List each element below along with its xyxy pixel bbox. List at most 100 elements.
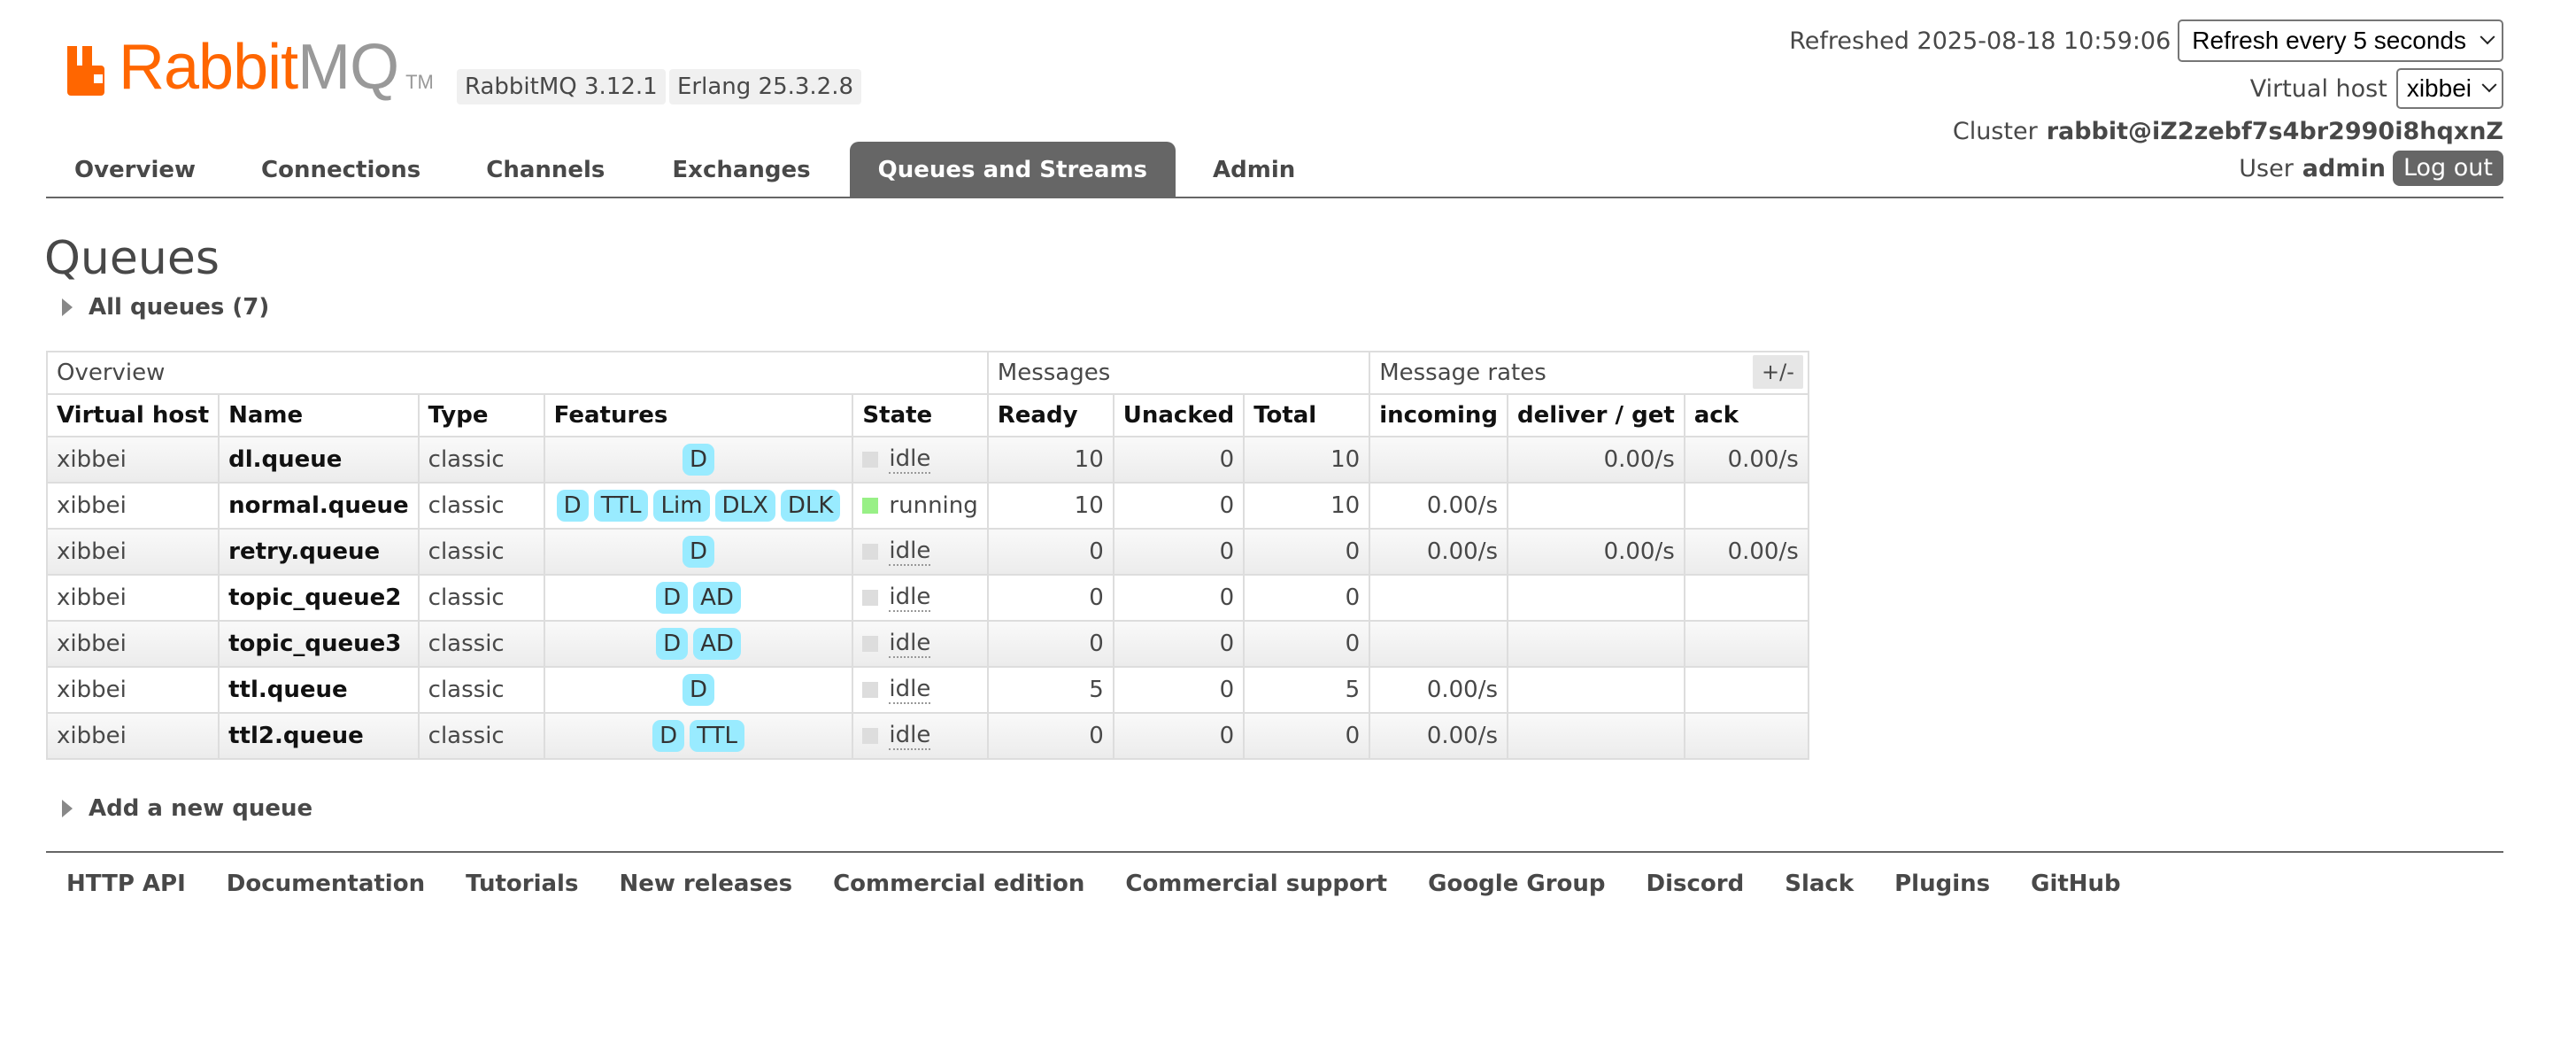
cell-deliver-get-rate — [1507, 712, 1685, 760]
cell-total: 0 — [1243, 712, 1371, 760]
table-row: xibbei normal.queue classic D TTL Lim DLX DLK ru… — [45, 482, 1809, 530]
cell-type: classic — [417, 574, 545, 622]
cell-ack-rate: 0.00/s — [1683, 528, 1809, 576]
cell-ack-rate: 0.00/s — [1683, 436, 1809, 484]
cell-queue-name-link[interactable]: ttl.queue — [218, 666, 420, 714]
add-queue-toggle[interactable]: Add a new queue — [62, 795, 312, 822]
tab-exchanges[interactable]: Exchanges — [644, 142, 838, 197]
cell-total: 0 — [1243, 620, 1371, 668]
table-row: xibbei ttl.queue classic Didle 5 0 5 0.00/s — [45, 666, 1809, 714]
toggle-columns-button[interactable]: +/- — [1753, 355, 1803, 389]
cell-state: idle — [852, 666, 989, 714]
cell-state: idle — [852, 528, 989, 576]
footer-link-http-api[interactable]: HTTP API — [66, 871, 186, 897]
cell-total: 0 — [1243, 528, 1371, 576]
footer-link-commercial-support[interactable]: Commercial support — [1125, 871, 1387, 897]
col-deliver-get[interactable]: deliver / get — [1507, 393, 1685, 437]
footer-link-slack[interactable]: Slack — [1785, 871, 1854, 897]
footer-link-commercial-edition[interactable]: Commercial edition — [833, 871, 1084, 897]
refresh-interval-value: Refresh every 5 seconds — [2192, 27, 2466, 54]
feature-badge: D — [652, 720, 685, 752]
rabbitmq-version-badge: RabbitMQ 3.12.1 — [457, 69, 666, 104]
logo-text-mq: MQ — [297, 32, 399, 103]
queues-table: Overview Messages Message rates Virtual … — [45, 351, 1809, 760]
rabbit-logo-icon — [67, 46, 104, 96]
state-label: idle — [889, 676, 931, 704]
col-state[interactable]: State — [852, 393, 989, 437]
state-indicator-icon — [862, 728, 879, 744]
table-group-header: Overview Messages Message rates — [46, 351, 1809, 395]
feature-badge: Lim — [653, 490, 710, 522]
state-wrapper: idle — [862, 584, 977, 612]
cell-state: idle — [852, 436, 989, 484]
cell-total: 5 — [1243, 666, 1371, 714]
cell-total: 10 — [1243, 482, 1371, 530]
footer-link-documentation[interactable]: Documentation — [227, 871, 425, 897]
all-queues-toggle[interactable]: All queues (7) — [62, 294, 269, 321]
cluster-label: Cluster — [1952, 117, 2038, 145]
cell-type: classic — [417, 712, 545, 760]
col-ready[interactable]: Ready — [986, 393, 1114, 437]
cell-queue-name-link[interactable]: retry.queue — [218, 528, 420, 576]
tab-queues-and-streams[interactable]: Queues and Streams — [849, 142, 1176, 197]
footer-link-tutorials[interactable]: Tutorials — [466, 871, 578, 897]
cell-ack-rate — [1683, 620, 1809, 668]
footer-link-new-releases[interactable]: New releases — [619, 871, 792, 897]
tab-connections[interactable]: Connections — [233, 142, 449, 197]
cell-features: D — [543, 666, 854, 714]
footer-link-google-group[interactable]: Google Group — [1428, 871, 1605, 897]
col-unacked[interactable]: Unacked — [1112, 393, 1246, 437]
cell-type: classic — [417, 620, 545, 668]
cell-queue-name-link[interactable]: topic_queue2 — [218, 574, 420, 622]
logo-text-rabbit: Rabbit — [119, 32, 298, 103]
feature-badge: D — [683, 444, 715, 476]
state-wrapper: idle — [862, 722, 977, 750]
feature-badge: TTL — [690, 720, 744, 752]
cell-virtual-host: xibbei — [45, 666, 220, 714]
col-name[interactable]: Name — [218, 393, 420, 437]
col-total[interactable]: Total — [1243, 393, 1371, 437]
cell-type: classic — [417, 436, 545, 484]
cell-virtual-host: xibbei — [45, 528, 220, 576]
cell-queue-name-link[interactable]: dl.queue — [218, 436, 420, 484]
footer-link-discord[interactable]: Discord — [1647, 871, 1745, 897]
virtual-host-select[interactable]: xibbei — [2395, 68, 2503, 109]
cell-type: classic — [417, 666, 545, 714]
cell-unacked: 0 — [1112, 436, 1246, 484]
table-row: xibbei topic_queue3 classic D AD idle 0 0 0 — [45, 620, 1809, 668]
footer-link-github[interactable]: GitHub — [2031, 871, 2121, 897]
cell-unacked: 0 — [1112, 574, 1246, 622]
cell-unacked: 0 — [1112, 666, 1246, 714]
logo-trademark: TM — [405, 71, 434, 93]
cell-total: 10 — [1243, 436, 1371, 484]
state-label: idle — [889, 584, 931, 612]
col-incoming[interactable]: incoming — [1369, 393, 1509, 437]
state-indicator-icon — [862, 682, 879, 698]
tab-admin[interactable]: Admin — [1184, 142, 1323, 197]
col-type[interactable]: Type — [417, 393, 545, 437]
col-features[interactable]: Features — [543, 393, 854, 437]
col-ack[interactable]: ack — [1683, 393, 1809, 437]
rabbitmq-logo[interactable]: Rabbit MQ TM — [64, 32, 434, 103]
cell-incoming-rate: 0.00/s — [1369, 528, 1509, 576]
cell-features: D TTL — [543, 712, 854, 760]
cell-queue-name-link[interactable]: normal.queue — [218, 482, 420, 530]
state-indicator-icon — [862, 544, 879, 560]
cell-queue-name-link[interactable]: ttl2.queue — [218, 712, 420, 760]
cell-ack-rate — [1683, 666, 1809, 714]
feature-badge: DLK — [780, 490, 841, 522]
cell-queue-name-link[interactable]: topic_queue3 — [218, 620, 420, 668]
cell-unacked: 0 — [1112, 528, 1246, 576]
tab-channels[interactable]: Channels — [458, 142, 633, 197]
cell-deliver-get-rate: 0.00/s — [1507, 436, 1685, 484]
col-virtual-host[interactable]: Virtual host — [45, 393, 220, 437]
tab-overview[interactable]: Overview — [46, 142, 224, 197]
feature-badge: DLX — [714, 490, 775, 522]
footer-link-plugins[interactable]: Plugins — [1894, 871, 1990, 897]
state-indicator-icon — [862, 498, 879, 514]
refresh-interval-select[interactable]: Refresh every 5 seconds — [2178, 19, 2503, 62]
cell-features: D AD — [543, 574, 854, 622]
feature-badge: D — [683, 536, 715, 568]
cell-incoming-rate: 0.00/s — [1369, 712, 1509, 760]
feature-badge: TTL — [593, 490, 649, 522]
